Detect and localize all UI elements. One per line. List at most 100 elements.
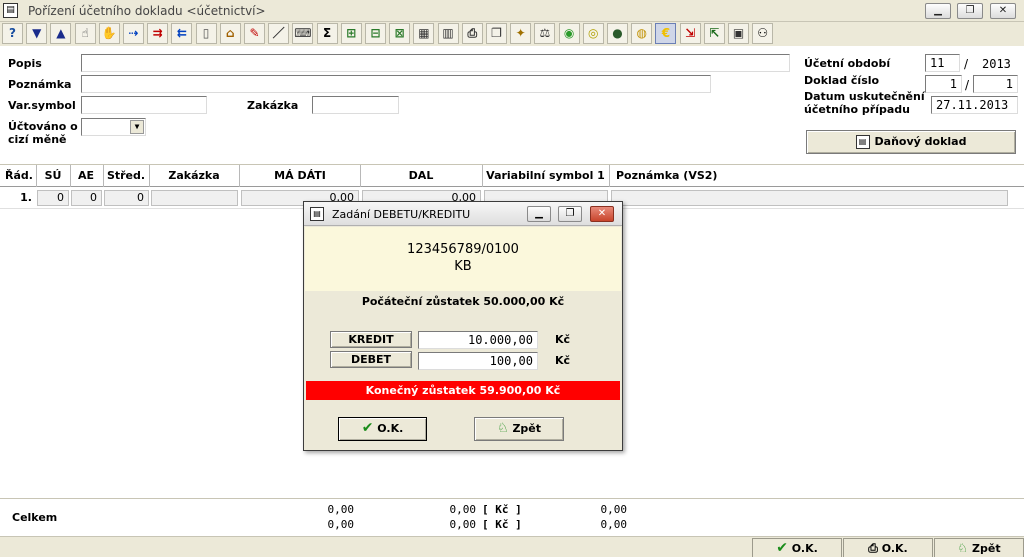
varsymbol-input[interactable] — [81, 96, 207, 114]
doklad-separator: / — [965, 78, 970, 92]
dialog-back-button[interactable]: ♘ Zpět — [474, 417, 564, 441]
total-dal-1: 0,00 — [449, 503, 477, 516]
popis-label: Popis — [8, 57, 42, 70]
ucetni-obdobi-month[interactable]: 11 — [925, 54, 960, 72]
hand-pointer-button[interactable]: ☝ — [74, 23, 96, 44]
close-window-button[interactable]: ✕ — [990, 3, 1016, 19]
tree-button[interactable]: ⊞ — [340, 23, 362, 44]
col-header-zakazka[interactable]: Zakázka — [150, 169, 238, 182]
help-button[interactable]: ? — [2, 23, 23, 44]
document-import-button[interactable]: ⇲ — [679, 23, 701, 44]
restore-button[interactable]: ❐ — [957, 3, 983, 19]
minimize-button[interactable]: ▁ — [925, 3, 951, 19]
pencil-button[interactable]: ／ — [268, 23, 290, 44]
cell-stred[interactable]: 0 — [104, 190, 149, 206]
insert-row-button[interactable]: ⇢ — [123, 23, 144, 44]
binoculars-button[interactable]: ⚇ — [752, 23, 774, 44]
celkem-label: Celkem — [12, 511, 58, 524]
cell-ae[interactable]: 0 — [71, 190, 102, 206]
printer-button[interactable]: ⎙ — [461, 23, 483, 44]
datum-input[interactable]: 27.11.2013 — [931, 96, 1018, 114]
col-header-stred[interactable]: Střed. — [104, 169, 148, 182]
debet-currency: Kč — [555, 354, 571, 367]
doklad-cislo-2-input[interactable]: 1 — [973, 75, 1018, 93]
doklad-cislo-1-input[interactable]: 1 — [925, 75, 962, 93]
tree-move-button[interactable]: ⊟ — [365, 23, 386, 44]
keyboard-button[interactable]: ⌨ — [292, 23, 314, 44]
kredit-input[interactable]: 10.000,00 — [418, 331, 538, 349]
running-man-icon: ♘ — [496, 421, 509, 436]
notepad-icon: ▯ — [202, 26, 210, 40]
help-icon: ? — [9, 26, 16, 40]
arrow-down-button[interactable]: ▼ — [26, 23, 48, 44]
varsymbol-label: Var.symbol — [8, 99, 76, 112]
col-header-ae[interactable]: AE — [71, 169, 101, 182]
back-button[interactable]: ♘ Zpět — [934, 538, 1024, 557]
monitor-button[interactable]: ▣ — [728, 23, 749, 44]
row-number: 1. — [20, 191, 32, 204]
dialog-title: Zadání DEBETU/KREDITU — [332, 208, 471, 221]
bag-button[interactable]: ⌂ — [219, 23, 241, 44]
green-circle-icon: ◉ — [563, 26, 575, 40]
popis-input[interactable] — [81, 54, 790, 72]
remove-row-icon: ⇇ — [176, 26, 187, 40]
cell-zakazka[interactable] — [151, 190, 238, 206]
col-header-vs1[interactable]: Variabilní symbol 1 — [483, 169, 608, 182]
kredit-currency: Kč — [555, 333, 571, 346]
window-title: Pořízení účetního dokladu <účetnictví> — [28, 4, 266, 18]
scales-button[interactable]: ⚖ — [534, 23, 556, 44]
back-button-label: Zpět — [972, 542, 1001, 555]
col-header-rad[interactable]: Řád. — [4, 169, 34, 182]
dialog-ok-button[interactable]: ✔ O.K. — [338, 417, 427, 441]
zakazka-input[interactable] — [312, 96, 399, 114]
debet-input[interactable]: 100,00 — [418, 352, 538, 370]
dialog-restore-button[interactable]: ❐ — [558, 206, 582, 222]
print-ok-button[interactable]: ⎙ O.K. — [843, 538, 933, 557]
yellow-circle-button[interactable]: ◎ — [582, 23, 604, 44]
euro-button[interactable]: € — [655, 23, 677, 44]
obdobi-separator: / — [964, 57, 969, 71]
col-divider — [609, 165, 610, 187]
ucetni-obdobi-label: Účetní období — [804, 57, 891, 70]
dark-circle-button[interactable]: ● — [607, 23, 628, 44]
edit-document-button[interactable]: ✎ — [244, 23, 265, 44]
danovy-doklad-button[interactable]: ▤ Daňový doklad — [806, 130, 1016, 154]
col-header-ma-dati[interactable]: MÁ DÁTI — [240, 169, 360, 182]
hand-stop-button[interactable]: ✋ — [98, 23, 120, 44]
cizi-mena-label-2: cizí měně — [8, 133, 67, 146]
total-ma-dati-1: 0,00 — [327, 503, 355, 516]
zakazka-label: Zakázka — [247, 99, 299, 112]
add-row-button[interactable]: ⇉ — [147, 23, 169, 44]
chevron-down-icon[interactable]: ▼ — [130, 120, 144, 134]
col-header-poznamka[interactable]: Poznámka (VS2) — [612, 169, 722, 182]
dialog-close-button[interactable]: ✕ — [590, 206, 614, 222]
poznamka-input[interactable] — [81, 75, 711, 93]
gold-coin-button[interactable]: ◍ — [631, 23, 653, 44]
cizi-mena-label-1: Účtováno o — [8, 120, 78, 133]
dark-circle-icon: ● — [612, 26, 623, 40]
sum-button[interactable]: Σ — [316, 23, 338, 44]
close-icon: ✕ — [998, 5, 1008, 16]
document-export-button[interactable]: ⇱ — [703, 23, 725, 44]
cell-su[interactable]: 0 — [37, 190, 69, 206]
book-button[interactable]: ▥ — [437, 23, 459, 44]
arrow-up-button[interactable]: ▲ — [50, 23, 72, 44]
cell-poznamka[interactable] — [611, 190, 1008, 206]
arrow-up-icon: ▲ — [56, 26, 66, 40]
document-star-button[interactable]: ✦ — [510, 23, 532, 44]
kredit-label-box: KREDIT — [330, 331, 412, 348]
monitor-icon: ▣ — [732, 26, 745, 40]
calculator-button[interactable]: ▦ — [413, 23, 435, 44]
tree-people-button[interactable]: ⊠ — [389, 23, 411, 44]
col-header-su[interactable]: SÚ — [38, 169, 68, 182]
col-header-dal[interactable]: DAL — [361, 169, 481, 182]
notepad-button[interactable]: ▯ — [195, 23, 217, 44]
copy-document-button[interactable]: ❐ — [486, 23, 507, 44]
remove-row-button[interactable]: ⇇ — [171, 23, 193, 44]
app-icon: ▤ — [3, 3, 18, 18]
green-circle-button[interactable]: ◉ — [558, 23, 580, 44]
ok-button[interactable]: ✔ O.K. — [752, 538, 842, 557]
cizi-mena-select[interactable]: ▼ — [81, 118, 146, 136]
scales-icon: ⚖ — [539, 26, 551, 40]
dialog-minimize-button[interactable]: ▁ — [527, 206, 551, 222]
